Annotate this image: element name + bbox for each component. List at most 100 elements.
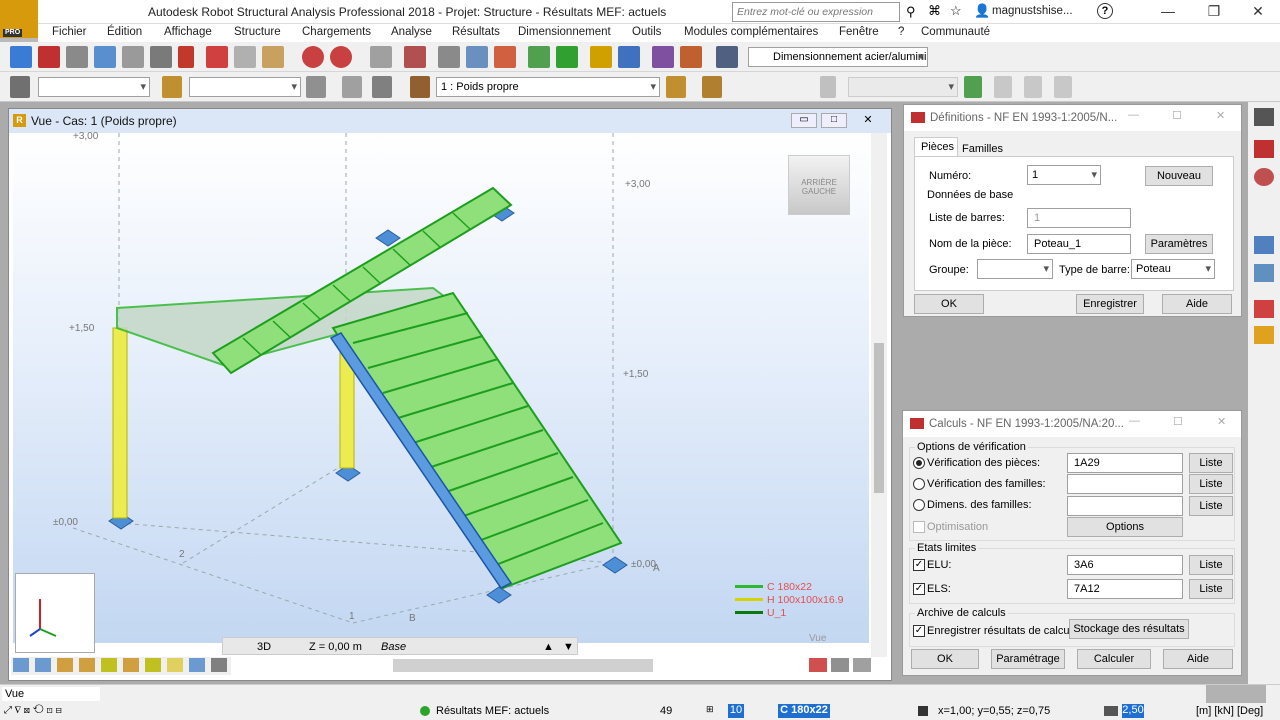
target-icon[interactable] <box>494 46 516 68</box>
dialog-minimize-button[interactable]: — <box>1128 109 1139 121</box>
menu-help[interactable]: ? <box>898 26 904 38</box>
verif-pieces-radio[interactable] <box>913 457 925 469</box>
zoom-icon[interactable] <box>466 46 488 68</box>
tool-icon[interactable] <box>167 658 183 672</box>
enregistrer-checkbox[interactable]: ✓ <box>913 625 925 637</box>
moment-icon[interactable] <box>702 76 722 98</box>
nom-piece-field[interactable]: Poteau_1 <box>1027 234 1131 254</box>
horizontal-scrollbar[interactable] <box>393 659 653 672</box>
cursor-icon[interactable] <box>1254 108 1274 126</box>
calculator-icon[interactable] <box>404 46 426 68</box>
model-canvas[interactable]: ARRIÈRE GAUCHE +3,00 +3,00 +1,50 +1,50 ±… <box>13 131 869 653</box>
view-maximize-button[interactable]: □ <box>821 113 847 128</box>
menu-affichage[interactable]: Affichage <box>164 26 212 38</box>
node-icon[interactable] <box>162 76 182 98</box>
search-input[interactable]: Entrez mot-clé ou expression <box>732 2 900 22</box>
minimize-button[interactable]: — <box>1148 0 1188 24</box>
dialog-close-button[interactable]: ✕ <box>1216 109 1225 122</box>
ok-button[interactable]: OK <box>911 649 979 669</box>
menu-communaute[interactable]: Communauté <box>921 26 990 38</box>
menu-resultats[interactable]: Résultats <box>452 26 500 38</box>
verif-familles-radio[interactable] <box>913 478 925 490</box>
lock-icon[interactable] <box>438 46 460 68</box>
numero-combo[interactable]: 1 <box>1027 165 1101 185</box>
layout-icon[interactable] <box>716 46 738 68</box>
liste-button[interactable]: Liste <box>1189 496 1233 516</box>
tool-icon[interactable] <box>211 658 227 672</box>
snap-icon[interactable] <box>1104 706 1118 716</box>
enregistrer-button[interactable]: Enregistrer <box>1076 294 1144 314</box>
table-icon[interactable] <box>1254 236 1274 254</box>
dialog-maximize-button[interactable]: ☐ <box>1173 415 1183 428</box>
level-down-arrow[interactable]: ▼ <box>563 641 574 653</box>
structure-drawing[interactable] <box>13 133 869 643</box>
box-icon[interactable] <box>1254 326 1274 344</box>
app-logo-icon[interactable]: RPRO <box>0 0 38 38</box>
dialog-close-button[interactable]: ✕ <box>1217 415 1226 428</box>
liste-barres-field[interactable]: 1 <box>1027 208 1131 228</box>
menu-analyse[interactable]: Analyse <box>391 26 432 38</box>
open-icon[interactable] <box>10 46 32 68</box>
menu-outils[interactable]: Outils <box>632 26 661 38</box>
color-icon[interactable] <box>964 76 982 98</box>
table2-icon[interactable] <box>994 76 1012 98</box>
aide-button[interactable]: Aide <box>1162 294 1232 314</box>
view-cube[interactable]: ARRIÈRE GAUCHE <box>788 155 850 215</box>
verif-pieces-field[interactable]: 1A29 <box>1067 453 1183 473</box>
calculs-dialog[interactable]: Calculs - NF EN 1993-1:2005/NA:20... — ☐… <box>902 410 1242 676</box>
menu-dimensionnement[interactable]: Dimensionnement <box>518 26 611 38</box>
els-checkbox[interactable]: ✓ <box>913 583 925 595</box>
menu-chargements[interactable]: Chargements <box>302 26 371 38</box>
table-icon[interactable] <box>370 46 392 68</box>
menu-fenetre[interactable]: Fenêtre <box>839 26 879 38</box>
els-field[interactable]: 7A12 <box>1067 579 1183 599</box>
view-window[interactable]: Vue - Cas: 1 (Poids propre) R ▭ □ ✕ ARRI… <box>8 108 892 681</box>
copy-icon[interactable] <box>234 46 256 68</box>
bar-combo[interactable] <box>189 77 301 97</box>
pdf-icon[interactable] <box>178 46 194 68</box>
menu-modules[interactable]: Modules complémentaires <box>684 26 818 38</box>
definitions-dialog[interactable]: Définitions - NF EN 1993-1:2005/N... — ☐… <box>903 104 1242 317</box>
calculer-button[interactable]: Calculer <box>1077 649 1151 669</box>
house-icon[interactable] <box>342 76 362 98</box>
print-icon[interactable] <box>66 46 88 68</box>
aide-button[interactable]: Aide <box>1163 649 1233 669</box>
tool-icon[interactable] <box>145 658 161 672</box>
options-button[interactable]: Options <box>1067 517 1183 537</box>
level-up-arrow[interactable]: ▲ <box>543 641 554 653</box>
liste-button[interactable]: Liste <box>1189 555 1233 575</box>
loads-icon[interactable] <box>410 76 430 98</box>
cursor-help-icon[interactable] <box>10 76 30 98</box>
module-combo[interactable]: Dimensionnement acier/alumini <box>748 47 928 67</box>
tool-icon[interactable] <box>101 658 117 672</box>
section-icon[interactable] <box>618 46 640 68</box>
parametrage-button[interactable]: Paramétrage <box>991 649 1065 669</box>
dimens-field[interactable] <box>1067 496 1183 516</box>
grid-icon[interactable] <box>1254 264 1274 282</box>
paste-icon[interactable] <box>262 46 284 68</box>
elu-field[interactable]: 3A6 <box>1067 555 1183 575</box>
tool-icon[interactable] <box>189 658 205 672</box>
beam-icon[interactable] <box>590 46 612 68</box>
results-icon[interactable] <box>652 46 674 68</box>
dimens-radio[interactable] <box>913 499 925 511</box>
media-controls[interactable] <box>1206 685 1266 703</box>
stockage-button[interactable]: Stockage des résultats <box>1069 619 1189 639</box>
vertical-scrollbar[interactable] <box>871 133 887 657</box>
glasses-icon[interactable] <box>1254 168 1274 186</box>
liste-button[interactable]: Liste <box>1189 453 1233 473</box>
flag-icon[interactable] <box>1254 300 1274 318</box>
dialog-minimize-button[interactable]: — <box>1129 415 1140 427</box>
ok-button[interactable]: OK <box>914 294 984 314</box>
view-minimize-button[interactable]: ▭ <box>791 113 817 128</box>
liste-button[interactable]: Liste <box>1189 579 1233 599</box>
help-cursor-icon[interactable] <box>306 76 326 98</box>
preview-icon[interactable] <box>122 46 144 68</box>
undo-icon[interactable] <box>302 46 324 68</box>
help-icon[interactable]: ? <box>1097 3 1113 19</box>
table3-icon[interactable] <box>1024 76 1042 98</box>
redo-icon[interactable] <box>330 46 352 68</box>
parametres-button[interactable]: Paramètres <box>1145 234 1213 254</box>
verif-familles-field[interactable] <box>1067 474 1183 494</box>
tool-icon[interactable] <box>853 658 871 672</box>
